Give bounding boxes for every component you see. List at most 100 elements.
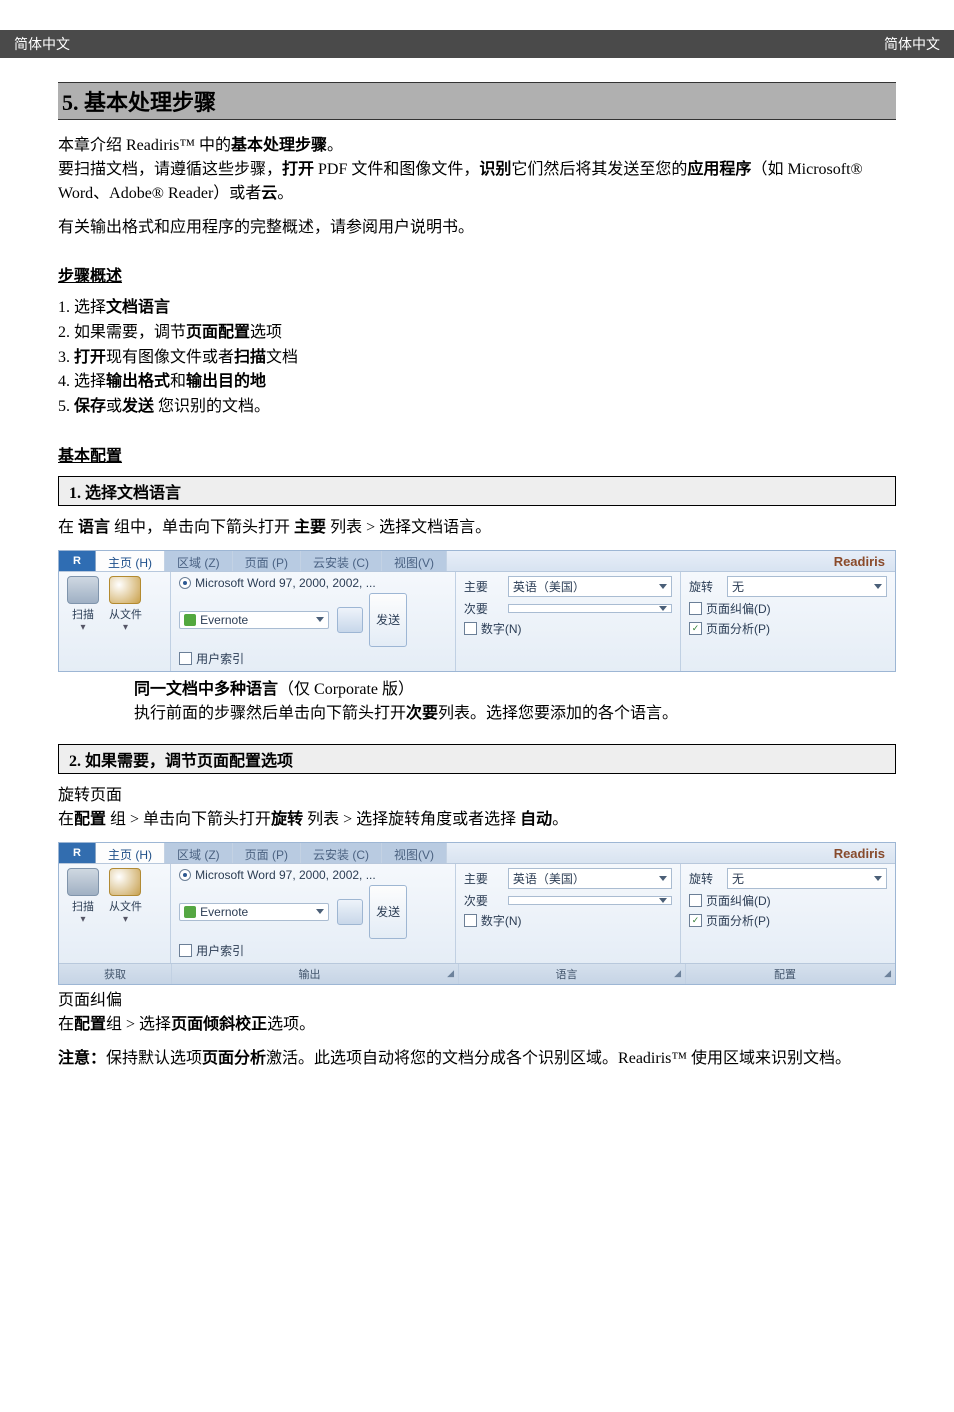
text-bold: 应用程序 <box>687 161 751 178</box>
text: 文档 <box>266 349 298 366</box>
deskew-label: 页面纠偏(D) <box>706 600 771 617</box>
scan-button[interactable]: 扫描 ▾ <box>67 576 99 633</box>
send-button[interactable]: 发送 <box>369 885 407 939</box>
dialog-launcher-icon[interactable]: ◢ <box>884 968 895 979</box>
app-title: Readiris <box>824 551 895 571</box>
numeric-checkbox[interactable]: 数字(N) <box>464 620 672 637</box>
text-bold: 打开 <box>74 349 106 366</box>
numeric-checkbox[interactable]: 数字(N) <box>464 912 672 929</box>
checkbox-icon <box>689 894 702 907</box>
note-label: 注意： <box>58 1050 106 1067</box>
checkbox-icon <box>689 602 702 615</box>
text-bold: 保存 <box>74 398 106 415</box>
rotate-block: 旋转页面 在配置 组 > 单击向下箭头打开旋转 列表 > 选择旋转角度或者选择 … <box>58 784 896 832</box>
text: 和 <box>170 373 186 390</box>
deskew-label: 页面纠偏(D) <box>706 892 771 909</box>
analysis-checkbox[interactable]: 页面分析(P) <box>689 620 887 637</box>
evernote-label: Evernote <box>200 613 248 627</box>
text: 执行前面的步骤然后单击向下箭头打开 <box>134 705 406 722</box>
text: 现有图像文件或者 <box>106 349 234 366</box>
text: 5. <box>58 398 74 415</box>
from-file-label: 从文件 <box>109 898 142 914</box>
user-index-checkbox[interactable]: 用户索引 <box>179 650 447 667</box>
text-bold: 同一文档中多种语言 <box>134 681 278 698</box>
text-bold: 配置 <box>74 811 106 828</box>
group-language: 主要 英语（美国） 次要 <box>456 864 681 963</box>
radio-word[interactable]: Microsoft Word 97, 2000, 2002, ... <box>179 868 447 882</box>
caption-output: 输出◢ <box>172 964 459 984</box>
user-index-checkbox[interactable]: 用户索引 <box>179 942 447 959</box>
tab-cloud[interactable]: 云安装 (C) <box>301 843 382 863</box>
group-acquire: 扫描 ▾ 从文件 ▾ <box>59 572 171 671</box>
app-logo-icon[interactable]: R <box>59 551 96 571</box>
text-bold: 发送 <box>122 398 154 415</box>
numeric-label: 数字(N) <box>481 620 522 637</box>
text: 。 <box>277 185 293 202</box>
rotate-dropdown[interactable]: 无 <box>727 868 887 889</box>
radio-icon <box>179 577 191 589</box>
scan-label: 扫描 <box>67 606 99 622</box>
tab-page[interactable]: 页面 (P) <box>233 843 301 863</box>
evernote-dropdown[interactable]: Evernote <box>179 903 329 921</box>
tab-cloud[interactable]: 云安装 (C) <box>301 551 382 571</box>
from-file-button[interactable]: 从文件 ▾ <box>109 868 142 925</box>
text-bold: 打开 <box>282 161 314 178</box>
checkbox-icon <box>179 652 192 665</box>
page-content: 5. 基本处理步骤 本章介绍 Readiris™ 中的基本处理步骤。 要扫描文档… <box>0 58 954 1121</box>
deskew-block: 页面纠偏 在配置组 > 选择页面倾斜校正选项。 <box>58 989 896 1037</box>
text: 在 <box>58 519 78 536</box>
app-logo-icon[interactable]: R <box>59 843 96 863</box>
text-bold: 扫描 <box>234 349 266 366</box>
chevron-down-icon[interactable]: ▾ <box>109 622 142 633</box>
rotate-dropdown[interactable]: 无 <box>727 576 887 597</box>
send-button[interactable]: 发送 <box>369 593 407 647</box>
checkbox-icon <box>464 914 477 927</box>
text-bold: 配置 <box>74 1016 106 1033</box>
primary-lang-value: 英语（美国） <box>513 870 585 887</box>
chevron-down-icon[interactable]: ▾ <box>67 622 99 633</box>
steps-list: 1. 选择文档语言 2. 如果需要，调节页面配置选项 3. 打开现有图像文件或者… <box>58 296 896 420</box>
text-bold: 页面配置 <box>186 324 250 341</box>
numeric-label: 数字(N) <box>481 912 522 929</box>
dialog-launcher-icon[interactable]: ◢ <box>674 968 685 979</box>
from-file-button[interactable]: 从文件 ▾ <box>109 576 142 633</box>
group-language: 主要 英语（美国） 次要 <box>456 572 681 671</box>
page-header: 简体中文 简体中文 <box>0 30 954 58</box>
folder-icon <box>109 576 141 604</box>
primary-lang-dropdown[interactable]: 英语（美国） <box>508 868 672 889</box>
text: 本章介绍 Readiris™ 中的 <box>58 137 231 154</box>
primary-lang-value: 英语（美国） <box>513 578 585 595</box>
caption-config: 配置◢ <box>686 964 895 984</box>
caption-language: 语言◢ <box>459 964 686 984</box>
tab-view[interactable]: 视图(V) <box>382 843 447 863</box>
text-bold: 旋转 <box>271 811 303 828</box>
secondary-lang-dropdown[interactable] <box>508 604 672 613</box>
bar1-instruction: 在 语言 组中，单击向下箭头打开 主要 列表 > 选择文档语言。 <box>58 516 896 540</box>
deskew-checkbox[interactable]: 页面纠偏(D) <box>689 600 887 617</box>
radio-word[interactable]: Microsoft Word 97, 2000, 2002, ... <box>179 576 447 590</box>
from-file-label: 从文件 <box>109 606 142 622</box>
chevron-down-icon[interactable]: ▾ <box>67 914 99 925</box>
tab-zone[interactable]: 区域 (Z) <box>165 843 233 863</box>
tab-zone[interactable]: 区域 (Z) <box>165 551 233 571</box>
caption-acquire: 获取 <box>59 964 172 984</box>
tab-home[interactable]: 主页 (H) <box>96 843 165 863</box>
rotate-value: 无 <box>732 870 744 887</box>
scan-button[interactable]: 扫描 ▾ <box>67 868 99 925</box>
rotate-value: 无 <box>732 578 744 595</box>
tab-view[interactable]: 视图(V) <box>382 551 447 571</box>
group-output: Microsoft Word 97, 2000, 2002, ... Evern… <box>171 572 456 671</box>
text-bold: 语言 <box>78 519 110 536</box>
secondary-lang-dropdown[interactable] <box>508 896 672 905</box>
dialog-launcher-icon[interactable]: ◢ <box>447 968 458 979</box>
deskew-checkbox[interactable]: 页面纠偏(D) <box>689 892 887 909</box>
analysis-checkbox[interactable]: 页面分析(P) <box>689 912 887 929</box>
text: 您识别的文档。 <box>154 398 270 415</box>
evernote-dropdown[interactable]: Evernote <box>179 611 329 629</box>
primary-lang-dropdown[interactable]: 英语（美国） <box>508 576 672 597</box>
tab-home[interactable]: 主页 (H) <box>96 551 165 571</box>
chevron-down-icon[interactable]: ▾ <box>109 914 142 925</box>
tab-page[interactable]: 页面 (P) <box>233 551 301 571</box>
user-index-label: 用户索引 <box>196 942 244 959</box>
text: 列表 > 选择旋转角度或者选择 <box>303 811 520 828</box>
